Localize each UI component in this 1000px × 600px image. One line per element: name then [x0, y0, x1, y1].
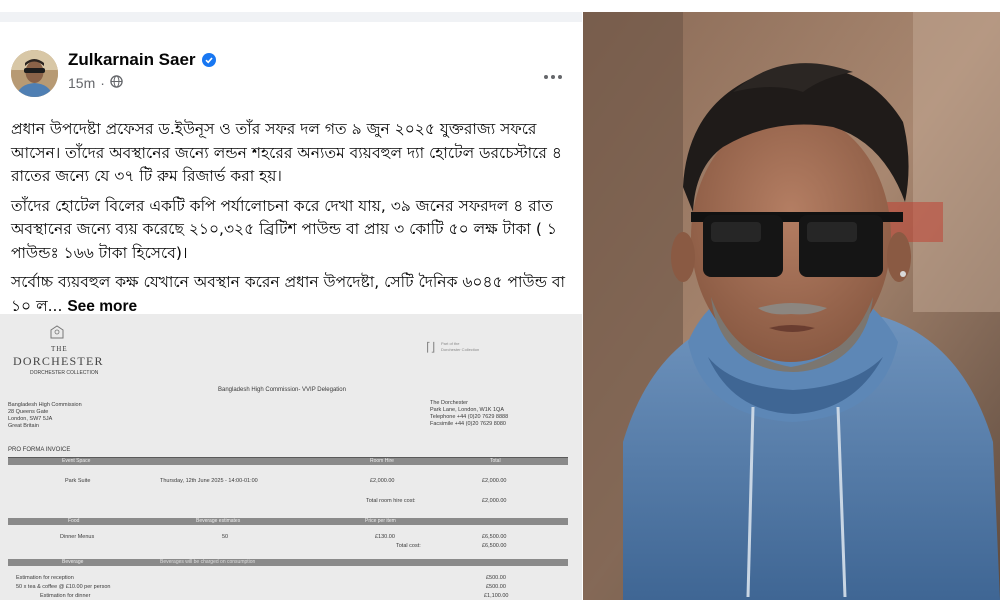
globe-icon[interactable]	[110, 75, 123, 91]
row-dinner-qty: 50	[222, 534, 229, 540]
header-room-hire: Room Hire	[370, 458, 394, 464]
right-logo-line1: Part of the	[441, 341, 460, 346]
header-price-per-item: Price per item	[365, 518, 396, 524]
bill-to-1: Bangladesh High Commission	[8, 402, 82, 408]
row-dinner: Dinner Menus	[60, 534, 95, 540]
header-total: Total	[490, 458, 501, 464]
header-event-space: Event Space	[62, 458, 91, 464]
header-beverage: Beverage	[62, 559, 84, 565]
row-dinner-total: £6,500.00	[482, 534, 507, 540]
post-paragraph-2: তাঁদের হোটেল বিলের একটি কপি পর্যালোচনা ক…	[11, 196, 557, 262]
dorchester-crest-icon	[50, 325, 64, 339]
invoice-title: PRO FORMA INVOICE	[8, 447, 71, 453]
row-est-reception: Estimation for reception	[16, 575, 74, 581]
invoice-delegation: Bangladesh High Commission- VVIP Delegat…	[218, 387, 346, 393]
invoice-collection: DORCHESTER COLLECTION	[30, 370, 99, 376]
row-est-dinner: Estimation for dinner	[40, 593, 91, 599]
portrait-photo[interactable]	[583, 12, 1000, 600]
event-space-header	[8, 458, 568, 465]
total-cost-label: Total cost:	[396, 543, 421, 549]
invoice-brand-the: THE	[51, 345, 68, 353]
row-room-hire-total: £2,000.00	[482, 478, 507, 484]
post-paragraph-1: প্রধান উপদেষ্টা প্রফেসর ড.ইউনূস ও তাঁর স…	[11, 120, 562, 185]
hotel-1: The Dorchester	[430, 400, 468, 406]
hotel-3: Telephone +44 (0)20 7629 8888	[430, 414, 509, 420]
row-bev-3: £1,100.00	[484, 593, 509, 599]
invoice-brand: DORCHESTER	[13, 354, 104, 368]
header-beverage-estimates: Beverage estimates	[196, 518, 241, 524]
avatar-image	[11, 50, 58, 97]
separator-dot: ·	[100, 75, 105, 91]
dorchester-collection-icon: ⌈⌋	[426, 340, 436, 354]
row-park-suite: Park Suite	[65, 478, 91, 484]
post-card: Zulkarnain Saer 15m · প্রধান উপদেষ্টা প্…	[0, 22, 582, 318]
invoice-image[interactable]: THE DORCHESTER DORCHESTER COLLECTION ⌈⌋ …	[0, 314, 582, 600]
row-tea-coffee: 50 x tea & coffee @ £10.00 per person	[16, 584, 111, 590]
portrait-illustration	[583, 12, 1000, 600]
hotel-4: Facsimile +44 (0)20 7629 8080	[430, 421, 506, 427]
hotel-2: Park Lane, London, W1K 1QA	[430, 407, 504, 413]
author-line: Zulkarnain Saer	[68, 50, 216, 70]
total-room-hire-label: Total room hire cost:	[366, 498, 416, 504]
bill-to-3: London, SW7 5JA	[8, 416, 53, 422]
row-room-hire-price: £2,000.00	[370, 478, 395, 484]
header-food: Food	[68, 518, 80, 524]
see-more-link[interactable]: See more	[67, 298, 137, 315]
facebook-post: Zulkarnain Saer 15m · প্রধান উপদেষ্টা প্…	[0, 12, 582, 600]
row-bev-2: £500.00	[486, 584, 506, 590]
row-date: Thursday, 12th June 2025 - 14:00-01:00	[160, 478, 258, 484]
beverage-header	[8, 559, 568, 566]
row-bev-1: £500.00	[486, 575, 506, 581]
header-beverage-note: Beverages will be charged on consumption	[160, 559, 256, 565]
bill-to-4: Great Britain	[8, 423, 39, 429]
verified-badge-icon	[201, 53, 216, 67]
post-body: প্রধান উপদেষ্টা প্রফেসর ড.ইউনূস ও তাঁর স…	[11, 118, 571, 324]
total-room-hire-value: £2,000.00	[482, 498, 507, 504]
right-logo-line2: Dorchester Collection	[441, 347, 480, 352]
bill-to-2: 28 Queens Gate	[8, 409, 49, 415]
author-name[interactable]: Zulkarnain Saer	[68, 50, 196, 70]
row-dinner-price: £130.00	[375, 534, 395, 540]
post-time[interactable]: 15m	[68, 75, 95, 91]
post-paragraph-3: সর্বোচ্চ ব্যয়বহুল কক্ষ যেখানে অবস্থান ক…	[11, 271, 571, 318]
total-cost-value: £6,500.00	[482, 543, 507, 549]
author-avatar[interactable]	[11, 50, 58, 97]
post-meta: 15m ·	[68, 75, 123, 91]
more-options-icon[interactable]	[538, 67, 568, 87]
food-header	[8, 518, 568, 525]
